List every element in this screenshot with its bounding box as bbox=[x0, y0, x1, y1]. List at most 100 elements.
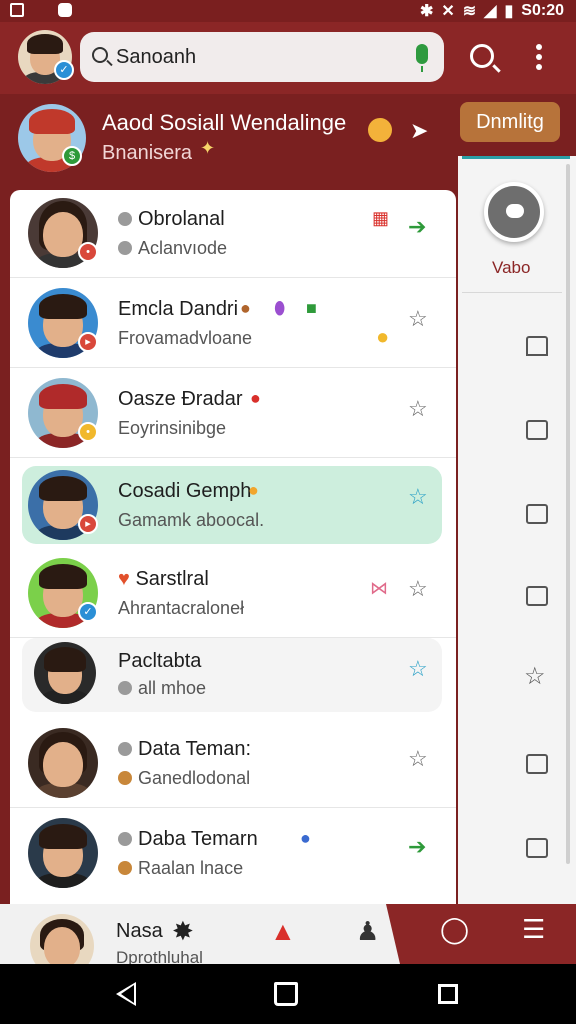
banner-subtitle: Bnanisera bbox=[102, 142, 193, 164]
scrollbar[interactable] bbox=[566, 164, 570, 864]
lock-icon bbox=[118, 742, 132, 756]
heart-emoji-icon: ♥ bbox=[118, 568, 136, 590]
chat-message: Aclanvıode bbox=[118, 238, 227, 259]
bluetooth-icon: ✱ bbox=[419, 3, 434, 20]
status-badge-icon: ▸ bbox=[78, 514, 98, 534]
banner-action-button[interactable]: Dnmlitg bbox=[460, 102, 560, 142]
globe-emoji-icon: ● bbox=[300, 828, 311, 848]
star-icon[interactable]: ☆ bbox=[408, 306, 428, 332]
back-icon[interactable] bbox=[116, 982, 136, 1006]
check-icon bbox=[118, 241, 132, 255]
signal-icon: ◢ bbox=[484, 3, 497, 20]
system-nav-bar bbox=[0, 964, 576, 1024]
chat-message: Gamamk aboocal. bbox=[118, 510, 265, 530]
new-chat-button[interactable] bbox=[484, 182, 544, 242]
sparkle-emoji-icon: ✦ bbox=[200, 138, 216, 158]
chat-row[interactable]: • Obrolanal Aclanvıode ▦ ➔ bbox=[10, 190, 456, 278]
chat-name: Data Teman: bbox=[118, 738, 251, 761]
contacts-icon[interactable]: ♟ bbox=[356, 916, 379, 947]
star-icon[interactable]: ☆ bbox=[408, 656, 428, 682]
chat-name: Cosadi Gemph bbox=[118, 480, 252, 502]
forward-arrow-icon[interactable]: ➔ bbox=[408, 214, 426, 240]
search-bar[interactable] bbox=[80, 32, 444, 82]
forward-arrow-icon[interactable]: ➔ bbox=[408, 834, 426, 860]
chat-name: Emcla Dandri bbox=[118, 298, 239, 320]
reaction-emoji-icon: ● bbox=[376, 324, 390, 349]
flag-icon: ▦ bbox=[372, 208, 390, 228]
app-icon bbox=[58, 3, 72, 17]
search-input[interactable] bbox=[116, 42, 396, 72]
chat-message: Frovamadvloane bbox=[118, 328, 253, 348]
star-icon[interactable]: ☆ bbox=[408, 576, 428, 602]
status-badge-icon: • bbox=[78, 242, 98, 262]
bow-emoji-icon: ⋈ bbox=[370, 578, 388, 598]
side-rail: Vabo ☆ bbox=[458, 156, 576, 904]
chat-message: Raalan lnace bbox=[118, 858, 243, 879]
face-emoji-icon: ● bbox=[248, 480, 259, 500]
document-icon[interactable] bbox=[526, 504, 548, 524]
star-icon[interactable]: ☆ bbox=[408, 396, 428, 422]
face-emoji-icon bbox=[368, 118, 392, 142]
star-icon[interactable]: ☆ bbox=[408, 484, 428, 510]
chat-row[interactable]: • Oasze Đradar ● Eoyrinsinibge ☆ bbox=[10, 370, 456, 458]
chat-name: Daba Temarn bbox=[118, 828, 258, 851]
pin-emoji-icon: ⬮ bbox=[274, 298, 286, 318]
contact-avatar bbox=[34, 642, 96, 704]
chat-name: ♥ Sarstlral bbox=[118, 568, 209, 590]
chat-row-selected[interactable]: ▸ Cosadi Gemph ● Gamamk aboocal. ☆ bbox=[22, 466, 442, 544]
tray-icon[interactable] bbox=[526, 838, 548, 858]
bottom-action-panel: ◯ ☰ bbox=[386, 904, 576, 964]
verified-badge-icon: ✓ bbox=[54, 60, 74, 80]
home-icon[interactable] bbox=[274, 982, 298, 1006]
chat-name: Obrolanal bbox=[118, 208, 225, 231]
star-icon[interactable]: ☆ bbox=[408, 746, 428, 772]
chat-list: • Obrolanal Aclanvıode ▦ ➔ ▸ Emcla Dandr… bbox=[10, 190, 456, 904]
chat-row[interactable]: Pacltabta all mhoe ☆ bbox=[22, 638, 442, 712]
lock-icon bbox=[118, 832, 132, 846]
chat-message: Ahrantacraloneł bbox=[118, 598, 245, 618]
chat-name: Pacltabta bbox=[118, 650, 202, 672]
inbox-icon[interactable] bbox=[526, 754, 548, 774]
notification-icon bbox=[10, 3, 24, 17]
mic-icon[interactable] bbox=[416, 44, 428, 72]
folder-icon[interactable] bbox=[526, 420, 548, 440]
mute-icon: ✕ bbox=[441, 3, 455, 20]
mail-emoji-icon: ■ bbox=[306, 298, 317, 318]
more-vert-icon[interactable] bbox=[536, 44, 542, 72]
contact-avatar bbox=[28, 818, 98, 888]
verified-badge-icon: ✓ bbox=[78, 602, 98, 622]
chat-row[interactable]: ✓ ♥ Sarstlral Ahrantacraloneł ⋈ ☆ bbox=[10, 550, 456, 638]
chat-row[interactable]: ▸ Emcla Dandri ● ⬮ ■ Frovamadvloane ● ☆ bbox=[10, 280, 456, 368]
emoji-icon bbox=[118, 861, 132, 875]
stack-icon[interactable]: ☰ bbox=[522, 914, 545, 945]
starred-icon[interactable]: ☆ bbox=[524, 662, 546, 691]
chat-name: Oasze Đradar bbox=[118, 388, 243, 410]
bottom-bar: Nasa Dprothluhal ✸ ▲ ♟ ◯ ☰ bbox=[0, 904, 576, 978]
lock-icon bbox=[118, 212, 132, 226]
pin-icon[interactable]: ✸ bbox=[172, 916, 194, 947]
send-icon[interactable]: ➤ bbox=[410, 118, 428, 144]
chat-message: Eoyrinsinibge bbox=[118, 418, 227, 438]
status-badge-icon: $ bbox=[62, 146, 82, 166]
wifi-icon: ≋ bbox=[462, 3, 477, 20]
chat-bubble-icon[interactable]: ◯ bbox=[440, 914, 469, 945]
archive-icon[interactable] bbox=[526, 336, 548, 356]
emoji-icon bbox=[118, 771, 132, 785]
bottom-name: Nasa bbox=[116, 920, 163, 942]
clock: S0:20 bbox=[521, 2, 564, 19]
status-badge-icon: • bbox=[78, 422, 98, 442]
status-badge-icon: ▸ bbox=[78, 332, 98, 352]
chat-row[interactable]: Daba Temarn ● Raalan lnace ➔ bbox=[10, 810, 456, 898]
banner-title: Aaod Sosiall Wendalinge bbox=[102, 110, 347, 135]
search-icon bbox=[92, 47, 108, 63]
face-emoji-icon: ● bbox=[240, 298, 251, 318]
bell-icon[interactable]: ▲ bbox=[270, 916, 296, 947]
recents-icon[interactable] bbox=[438, 984, 458, 1004]
search-icon[interactable] bbox=[470, 44, 494, 68]
clock-icon bbox=[118, 681, 132, 695]
note-icon[interactable] bbox=[526, 586, 548, 606]
battery-icon: ▮ bbox=[504, 3, 514, 20]
contact-avatar bbox=[28, 728, 98, 798]
chat-row[interactable]: Data Teman: Ganedlodonal ☆ bbox=[10, 720, 456, 808]
app-bar: ✓ bbox=[0, 22, 576, 94]
